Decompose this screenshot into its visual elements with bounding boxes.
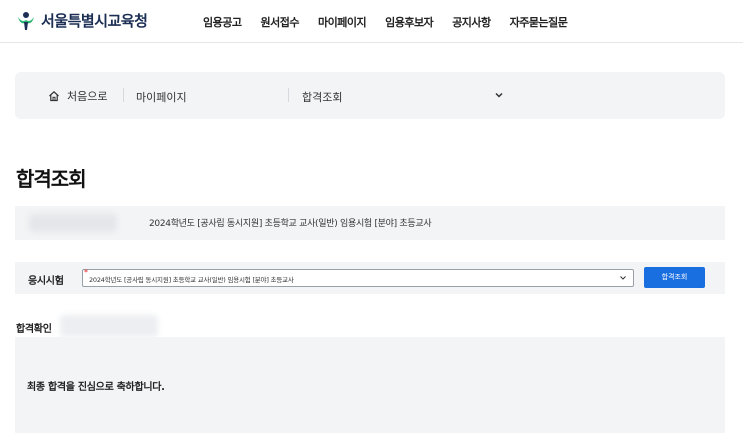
exam-info-bar: 2024학년도 [공사립 동시지원] 초등학교 교사(일반) 임용시험 [분야]… [15,206,725,240]
breadcrumb-level1[interactable]: 마이페이지 [136,89,187,105]
home-icon [49,90,59,102]
breadcrumb-divider [288,88,289,102]
nav-item-notice[interactable]: 임용공고 [203,14,242,30]
nav-item-candidates[interactable]: 임용후보자 [385,14,434,30]
result-box: 최종 합격을 진심으로 축하합니다. [15,337,725,433]
logo-text: 서울특별시교육청 [41,12,148,30]
exam-name: 2024학년도 [공사립 동시지원] 초등학교 교사(일반) 임용시험 [분야]… [149,219,432,229]
result-message: 최종 합격을 진심으로 축하합니다. [27,382,165,393]
redacted-applicant-name [29,214,117,232]
site-header: 서울특별시교육청 임용공고 원서접수 마이페이지 임용후보자 공지사항 자주묻는… [0,0,743,43]
main-nav: 임용공고 원서접수 마이페이지 임용후보자 공지사항 자주묻는질문 [203,14,586,30]
exam-search-row: 응시시험 * 2024학년도 [공사립 동시지원] 초등학교 교사(일반) 임용… [15,262,725,294]
nav-item-announcements[interactable]: 공지사항 [452,14,491,30]
nav-item-faq[interactable]: 자주묻는질문 [510,14,568,30]
result-heading: 합격확인 [16,324,52,335]
breadcrumb-divider [123,88,124,102]
chevron-down-icon [620,276,626,280]
logo-mark-icon [18,11,34,30]
page-title: 합격조회 [16,167,87,191]
required-mark: * [84,268,88,277]
exam-select[interactable]: * 2024학년도 [공사립 동시지원] 초등학교 교사(일반) 임용시험 [분… [82,268,634,287]
redacted-result-info [60,315,158,337]
breadcrumb-level2[interactable]: 합격조회 [302,89,342,105]
breadcrumb: 처음으로 마이페이지 합격조회 [15,72,725,119]
breadcrumb-home-label: 처음으로 [67,90,108,103]
nav-item-application[interactable]: 원서접수 [260,14,299,30]
exam-select-value: 2024학년도 [공사립 동시지원] 초등학교 교사(일반) 임용시험 [분야]… [89,276,294,284]
breadcrumb-home[interactable]: 처음으로 [48,88,107,104]
check-result-button[interactable]: 합격조회 [644,267,705,288]
chevron-down-icon[interactable] [494,90,504,100]
site-logo[interactable]: 서울특별시교육청 [16,10,148,31]
exam-select-label: 응시시험 [28,276,64,287]
nav-item-mypage[interactable]: 마이페이지 [318,14,367,30]
